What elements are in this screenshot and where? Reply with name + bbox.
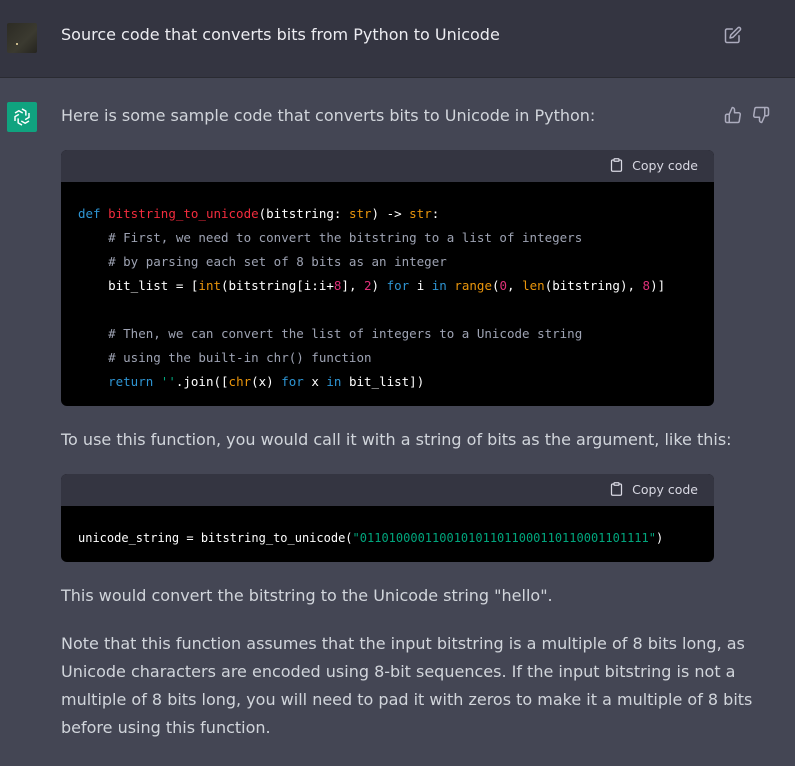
code-line: # by parsing each set of 8 bits as an in…	[78, 254, 447, 269]
code-block-header: Copy code	[61, 474, 714, 506]
thumbs-down-icon[interactable]	[752, 106, 770, 124]
code-token: 8	[642, 278, 651, 293]
thumbs-up-icon[interactable]	[724, 106, 742, 124]
code-line: # First, we need to convert the bitstrin…	[78, 230, 582, 245]
code-line: # using the built-in chr() function	[78, 350, 372, 365]
code-token: "011010000110010101101100011011000110111…	[352, 531, 656, 545]
copy-code-button[interactable]: Copy code	[609, 481, 698, 497]
code-token: x	[303, 374, 327, 389]
code-token: (	[491, 278, 500, 293]
code-token: ) ->	[371, 206, 410, 221]
code-token: in	[326, 374, 342, 389]
user-message-text: Source code that converts bits from Pyth…	[61, 25, 500, 44]
code-token: (bitstring:	[258, 206, 349, 221]
user-avatar	[7, 23, 37, 53]
assistant-avatar	[7, 102, 37, 132]
code-token: 2	[364, 278, 372, 293]
note-line: before using this function.	[61, 718, 271, 737]
copy-code-label: Copy code	[632, 157, 698, 173]
code-token: # Then, we can convert the list of integ…	[78, 326, 583, 341]
code-block-usage: Copy code unicode_string = bitstring_to_…	[61, 474, 714, 562]
copy-code-label: Copy code	[632, 481, 698, 497]
copy-code-button[interactable]: Copy code	[609, 157, 698, 173]
code-token: ''	[160, 374, 176, 389]
code-token: )	[371, 278, 387, 293]
code-token: .join([	[175, 374, 229, 389]
code-token: # using the built-in chr() function	[78, 350, 372, 365]
code-token: for	[386, 278, 410, 293]
code-token: i	[409, 278, 432, 293]
code-token: (bitstring[i:i+	[221, 278, 334, 293]
code-line: return ''.join([chr(x) for x in bit_list…	[78, 374, 424, 389]
code-token: )	[655, 531, 664, 545]
assistant-intro-text: Here is some sample code that converts b…	[61, 106, 596, 125]
edit-icon[interactable]	[724, 26, 742, 44]
code-block-function: Copy code def bitstring_to_unicode(bitst…	[61, 150, 714, 406]
code-content: def bitstring_to_unicode(bitstring: str)…	[61, 182, 714, 394]
code-token: bit_list])	[341, 374, 425, 389]
code-line: unicode_string = bitstring_to_unicode("0…	[78, 531, 663, 545]
usage-text: To use this function, you would call it …	[61, 430, 732, 449]
code-token: str	[409, 206, 432, 221]
code-token: )]	[650, 278, 666, 293]
note-line: Note that this function assumes that the…	[61, 634, 745, 653]
user-message-row: Source code that converts bits from Pyth…	[0, 0, 795, 78]
code-content: unicode_string = bitstring_to_unicode("0…	[61, 506, 714, 550]
code-token: for	[281, 374, 304, 389]
note-line: Unicode characters are encoded using 8-b…	[61, 662, 736, 681]
code-token: (x)	[251, 374, 282, 389]
code-line: bit_list = [int(bitstring[i:i+ 8], 2) for…	[78, 278, 665, 293]
code-token: # First, we need to convert the bitstrin…	[78, 230, 583, 245]
clipboard-icon	[611, 158, 623, 172]
code-token: ,	[507, 278, 523, 293]
code-token: bitstring_to_unicode	[108, 206, 259, 221]
code-token: in	[431, 278, 447, 293]
note-line: multiple of 8 bits long, you will need t…	[61, 690, 753, 709]
code-line: # Then, we can convert the list of integ…	[78, 326, 582, 341]
code-token: bit_list = [	[78, 278, 199, 293]
code-token: 0	[499, 278, 508, 293]
code-token: def	[78, 206, 109, 221]
code-token: str	[348, 206, 372, 221]
code-token: ],	[341, 278, 364, 293]
code-token: int	[198, 278, 221, 293]
code-token: # by parsing each set of 8 bits as an in…	[78, 254, 447, 269]
code-token: len	[522, 278, 545, 293]
result-text: This would convert the bitstring to the …	[61, 586, 553, 605]
code-token: range	[454, 278, 492, 293]
code-token: return	[78, 374, 154, 389]
code-token: :	[431, 206, 440, 221]
code-token: unicode_string = bitstring_to_unicode(	[78, 531, 353, 545]
code-line: def bitstring_to_unicode(bitstring: str)…	[78, 206, 439, 221]
clipboard-icon	[611, 482, 623, 496]
openai-logo-icon	[14, 108, 30, 126]
code-token: (bitstring),	[544, 278, 643, 293]
code-block-header: Copy code	[61, 150, 714, 182]
code-token: chr	[228, 374, 252, 389]
